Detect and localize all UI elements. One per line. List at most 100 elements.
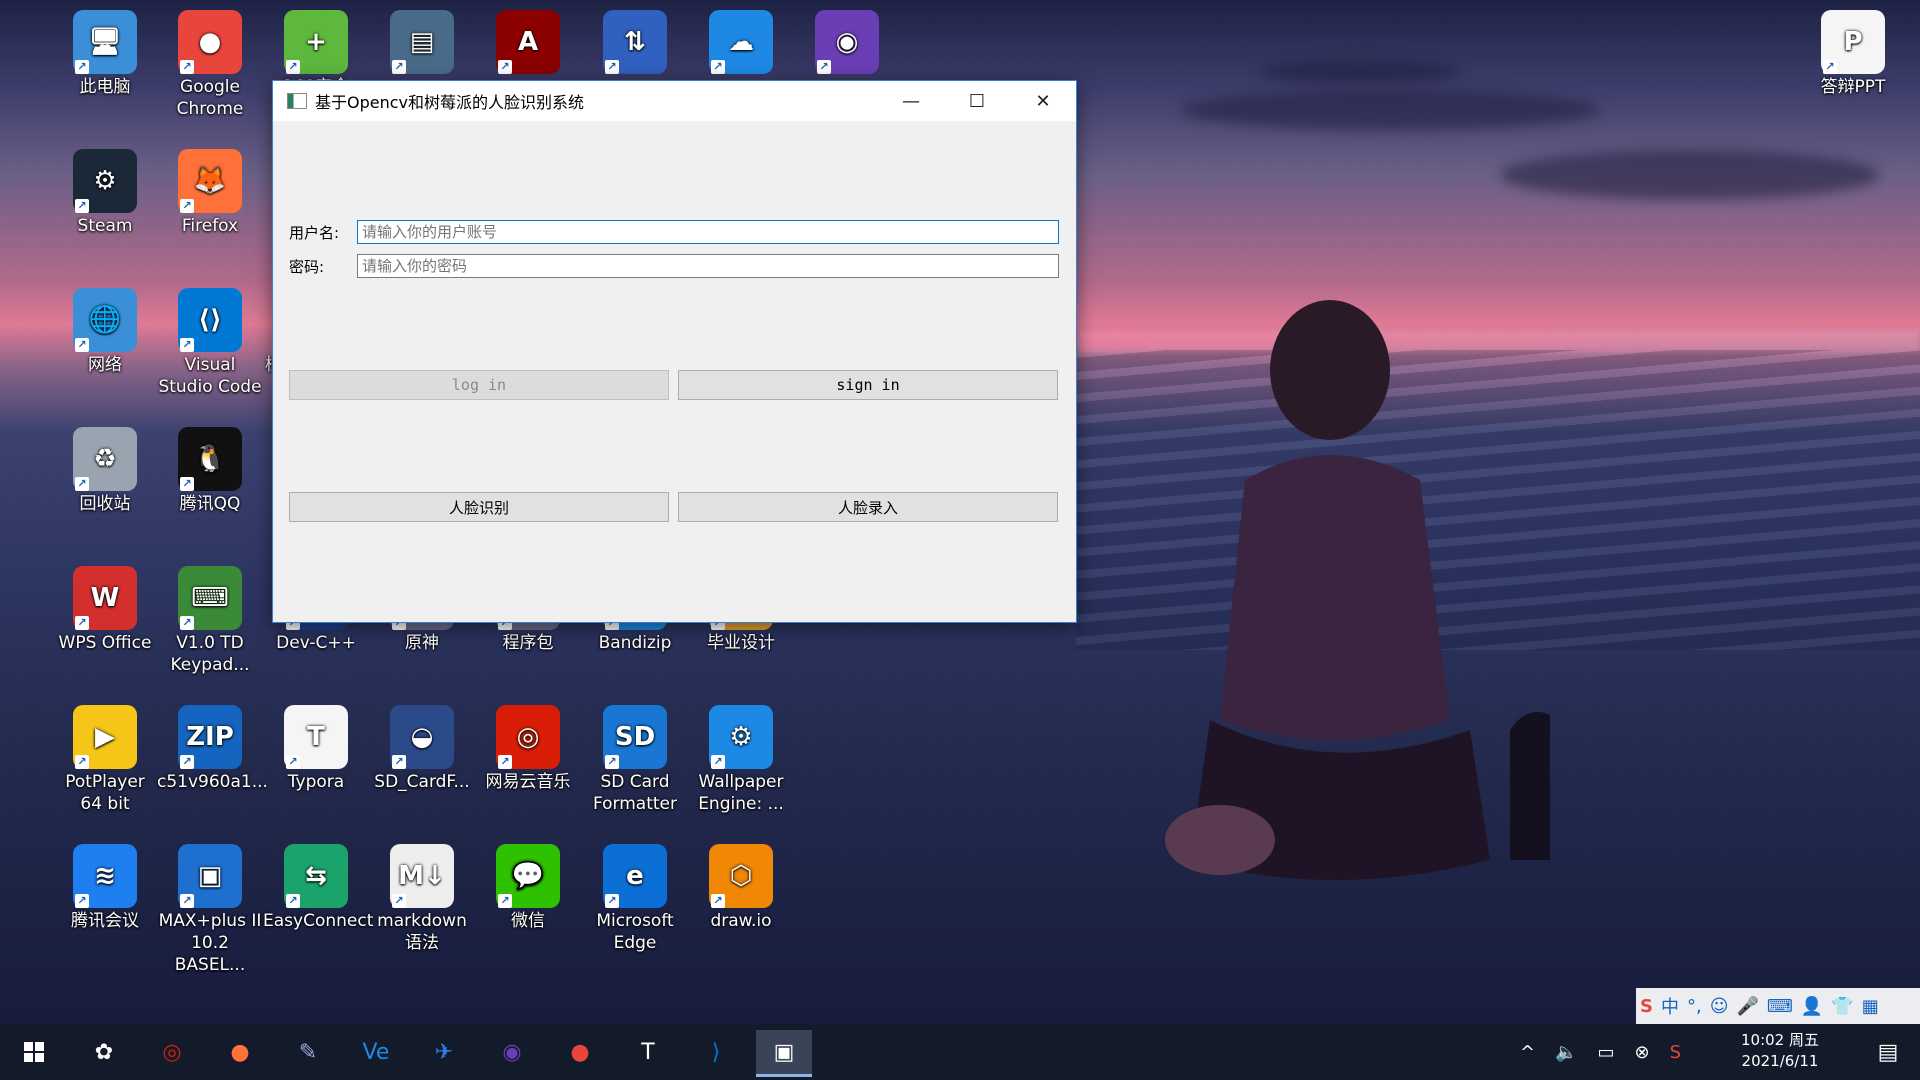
app-icon <box>287 93 307 109</box>
app-icon: W ↗ <box>73 566 137 630</box>
grid-icon[interactable]: ▦ <box>1862 996 1879 1017</box>
desktop-icon[interactable]: ♻ ↗ 回收站 <box>52 423 158 515</box>
shortcut-arrow-icon: ↗ <box>711 755 725 769</box>
sogou-tray-icon[interactable]: S <box>1670 1042 1681 1063</box>
login-button[interactable]: log in <box>289 370 669 400</box>
desktop-icon[interactable]: ⟨⟩ ↗ Visual Studio Code <box>157 284 263 398</box>
shortcut-arrow-icon: ↗ <box>75 616 89 630</box>
desktop-icon[interactable]: P ↗ 答辩PPT <box>1800 6 1906 98</box>
desktop-icon-label: Visual Studio Code <box>158 355 262 397</box>
taskbar-pinwheel-icon[interactable]: ✿ <box>76 1030 132 1074</box>
desktop-icon[interactable]: ◒ ↗ SD_CardF... <box>369 701 475 793</box>
desktop-icon[interactable]: ▤ ↗ <box>369 6 475 76</box>
shortcut-arrow-icon: ↗ <box>711 894 725 908</box>
desktop-icon[interactable]: 🖥 ↗ 此电脑 <box>52 6 158 98</box>
cloud <box>1180 90 1600 130</box>
user-icon[interactable]: 👤 <box>1801 996 1823 1017</box>
taskbar-typora-icon[interactable]: T <box>620 1030 676 1074</box>
app-icon: ⌨ ↗ <box>178 566 242 630</box>
face-enroll-button[interactable]: 人脸录入 <box>678 492 1058 522</box>
app-icon: 🌐 ↗ <box>73 288 137 352</box>
maximize-button[interactable]: ☐ <box>944 81 1010 121</box>
desktop-icon[interactable]: 💬 ↗ 微信 <box>475 840 581 932</box>
taskbar-ve-icon[interactable]: Ve <box>348 1030 404 1074</box>
microphone-icon[interactable]: 🎤 <box>1736 996 1758 1017</box>
desktop-icon[interactable]: ⇆ ↗ EasyConnect <box>263 840 373 932</box>
shortcut-arrow-icon: ↗ <box>605 755 619 769</box>
desktop-icon-label: WPS Office <box>58 633 152 653</box>
desktop-icon-label: 腾讯QQ <box>179 494 241 514</box>
taskbar-chrome-icon[interactable]: ● <box>552 1030 608 1074</box>
desktop-icon[interactable]: ☁ ↗ <box>688 6 794 76</box>
app-icon: 🖥 ↗ <box>73 10 137 74</box>
close-button[interactable]: ✕ <box>1010 81 1076 121</box>
ime-language[interactable]: 中 <box>1661 993 1679 1019</box>
notification-icon[interactable]: ▤ <box>1860 1030 1916 1074</box>
taskbar-vscode-icon[interactable]: ⟩ <box>688 1030 744 1074</box>
desktop-icon-label: Bandizip <box>598 633 672 653</box>
shortcut-arrow-icon: ↗ <box>392 755 406 769</box>
taskbar-netease-music-icon[interactable]: ◎ <box>144 1030 200 1074</box>
minimize-button[interactable]: — <box>878 81 944 121</box>
shortcut-arrow-icon: ↗ <box>392 60 406 74</box>
shortcut-arrow-icon: ↗ <box>817 60 831 74</box>
desktop-icon-label: Firefox <box>181 216 239 236</box>
shortcut-arrow-icon: ↗ <box>711 60 725 74</box>
taskbar-github-icon[interactable]: ◉ <box>484 1030 540 1074</box>
desktop-icon[interactable]: ZIP ↗ c51v960a1... <box>157 701 268 793</box>
desktop-icon[interactable]: e ↗ Microsoft Edge <box>582 840 688 954</box>
chevron-up-icon[interactable]: ^ <box>1520 1042 1535 1063</box>
desktop-icon[interactable]: W ↗ WPS Office <box>52 562 158 654</box>
ime-toolbar[interactable]: S 中 °, ☺ 🎤 ⌨ 👤 👕 ▦ <box>1636 988 1920 1024</box>
desktop-icon[interactable]: ⬡ ↗ draw.io <box>688 840 794 932</box>
skin-icon[interactable]: 👕 <box>1831 996 1853 1017</box>
desktop-icon[interactable]: T ↗ Typora <box>263 701 369 793</box>
clock[interactable]: 10:02 周五 2021/6/11 <box>1720 1030 1840 1072</box>
signin-button[interactable]: sign in <box>678 370 1058 400</box>
desktop-icon[interactable]: ▶ ↗ PotPlayer 64 bit <box>52 701 158 815</box>
battery-icon[interactable]: ▭ <box>1598 1042 1615 1063</box>
shortcut-arrow-icon: ↗ <box>605 894 619 908</box>
desktop-icon[interactable]: ◉ ↗ <box>794 6 900 76</box>
title-bar[interactable]: 基于Opencv和树莓派的人脸识别系统 — ☐ ✕ <box>273 81 1076 121</box>
taskbar-firefox-icon[interactable]: ● <box>212 1030 268 1074</box>
face-recognition-button[interactable]: 人脸识别 <box>289 492 669 522</box>
cloud <box>1260 60 1460 84</box>
desktop-icon[interactable]: ≋ ↗ 腾讯会议 <box>52 840 158 932</box>
password-input[interactable] <box>357 254 1059 278</box>
desktop-icon-label: SD Card Formatter <box>592 772 678 814</box>
desktop-icon[interactable]: 🦊 ↗ Firefox <box>157 145 263 237</box>
desktop-icon[interactable]: A ↗ <box>475 6 581 76</box>
desktop-icon-label: 网络 <box>88 355 122 375</box>
system-tray: ^ 🔈 ▭ ⊗ S <box>1520 1024 1681 1080</box>
taskbar-thunder-icon[interactable]: ✈ <box>416 1030 472 1074</box>
windows-icon[interactable] <box>6 1030 62 1074</box>
keyboard-icon[interactable]: ⌨ <box>1767 996 1793 1017</box>
emoji-icon[interactable]: ☺ <box>1710 996 1729 1017</box>
desktop-icon[interactable]: ⚙ ↗ Steam <box>52 145 158 237</box>
shortcut-arrow-icon: ↗ <box>75 338 89 352</box>
app-icon: ▤ ↗ <box>390 10 454 74</box>
desktop-icon[interactable]: ◎ ↗ 网易云音乐 <box>475 701 581 793</box>
network-icon[interactable]: ⊗ <box>1635 1042 1650 1063</box>
desktop-icon[interactable]: ⇅ ↗ <box>582 6 688 76</box>
taskbar-face-app-icon[interactable]: ▣ <box>756 1030 812 1077</box>
desktop-icon[interactable]: 🐧 ↗ 腾讯QQ <box>157 423 263 515</box>
shortcut-arrow-icon: ↗ <box>75 199 89 213</box>
username-input[interactable] <box>357 220 1059 244</box>
desktop-icon[interactable]: ● ↗ Google Chrome <box>157 6 263 120</box>
app-icon: ▣ ↗ <box>178 844 242 908</box>
desktop-icon[interactable]: ⌨ ↗ V1.0 TD Keypad... <box>157 562 263 676</box>
desktop-icon-label: PotPlayer 64 bit <box>65 772 145 814</box>
volume-icon[interactable]: 🔈 <box>1555 1042 1577 1063</box>
sogou-icon[interactable]: S <box>1640 996 1653 1017</box>
desktop-icon[interactable]: SD ↗ SD Card Formatter <box>582 701 688 815</box>
desktop-icon[interactable]: 🌐 ↗ 网络 <box>52 284 158 376</box>
punctuation-icon[interactable]: °, <box>1687 996 1702 1017</box>
desktop-icon[interactable]: ▣ ↗ MAX+plus II 10.2 BASEL... <box>157 840 263 976</box>
taskbar-paint-icon[interactable]: ✎ <box>280 1030 336 1074</box>
shortcut-arrow-icon: ↗ <box>180 199 194 213</box>
desktop-icon[interactable]: ⚙ ↗ Wallpaper Engine: ... <box>688 701 794 815</box>
desktop-icon-label: Dev-C++ <box>276 633 356 653</box>
desktop-icon[interactable]: M↓ ↗ markdown语法 <box>369 840 475 954</box>
